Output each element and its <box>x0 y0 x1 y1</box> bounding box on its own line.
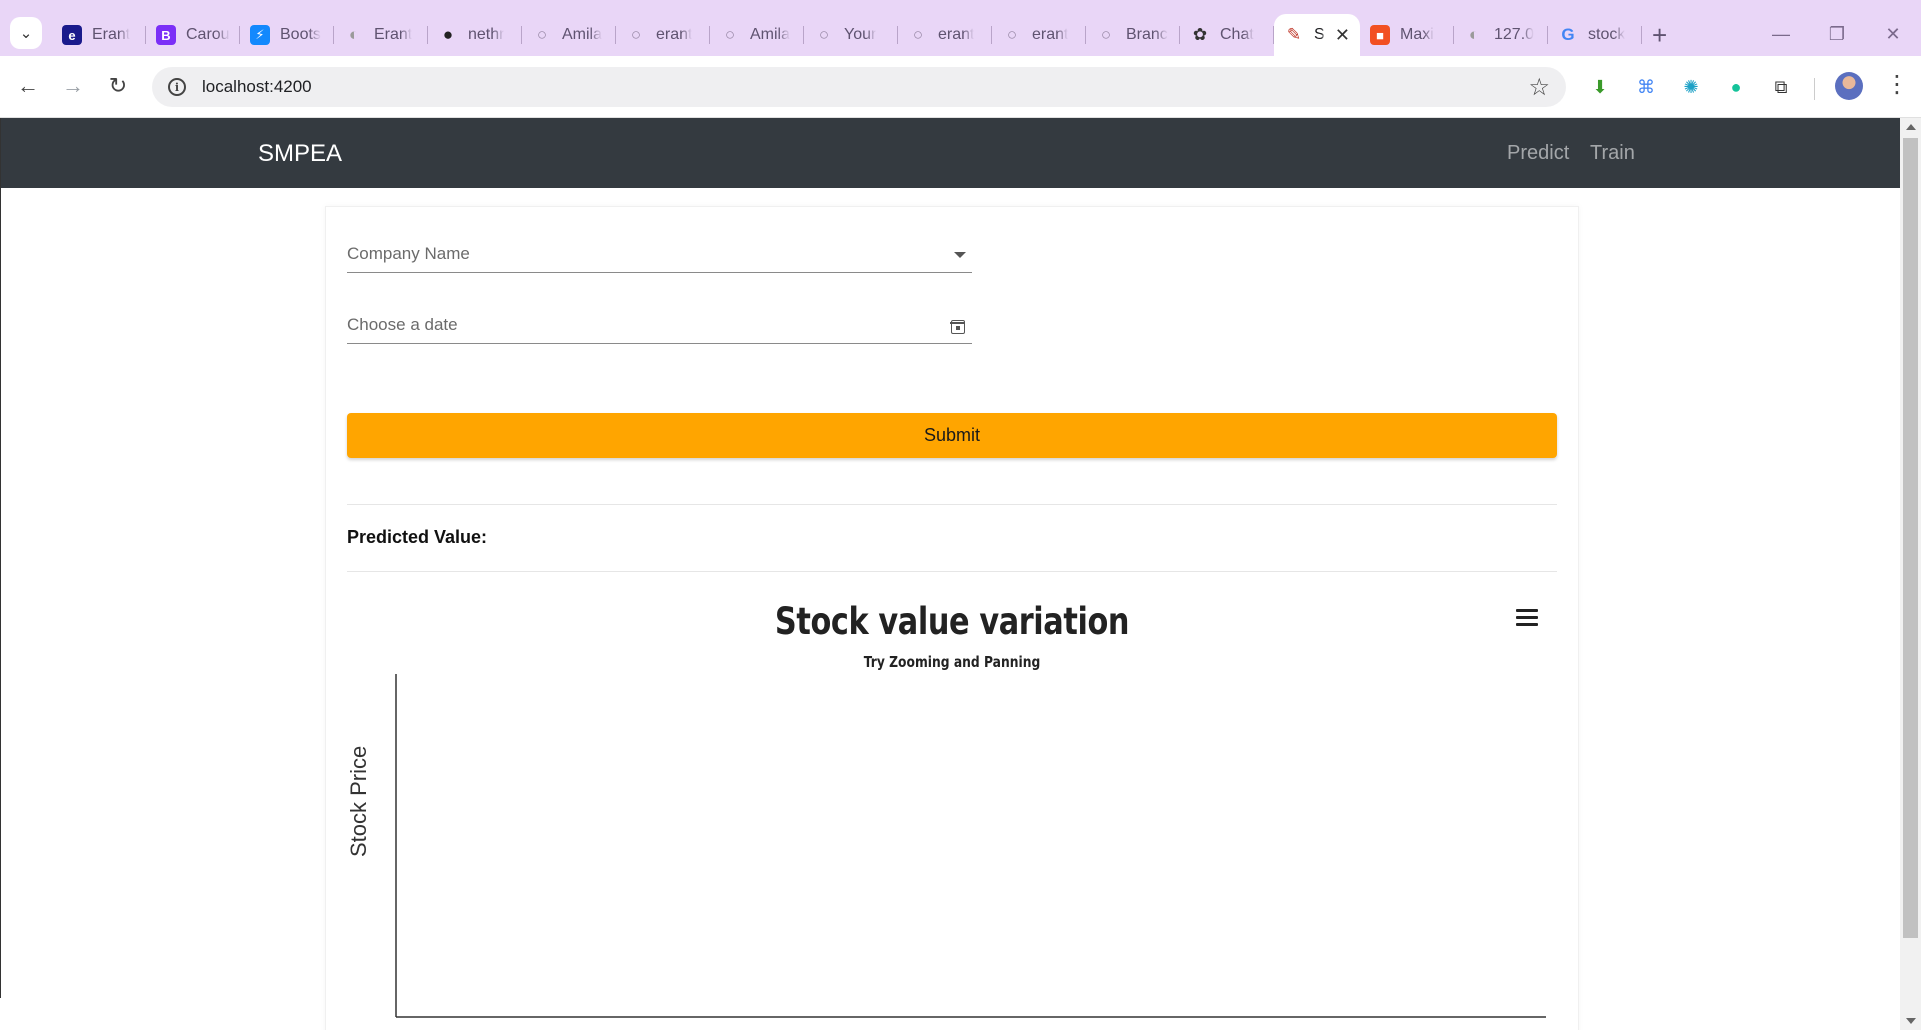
reload-icon: ↻ <box>108 73 128 98</box>
stackblitz-icon: ⚡ <box>250 25 270 45</box>
scrollbar-thumb[interactable] <box>1903 138 1918 938</box>
browser-toolbar: ← → ↻ i localhost:4200 ☆ ⬇ ⌘ ✺ ● ⧉ ⋮ <box>0 56 1921 118</box>
browser-tab[interactable]: Gstock <box>1548 14 1642 56</box>
tab-search-button[interactable]: ⌄ <box>10 17 42 49</box>
profile-avatar[interactable] <box>1835 72 1863 100</box>
github-icon: ○ <box>912 25 924 44</box>
browser-tab[interactable]: ○ Amila <box>710 14 804 56</box>
browser-tab[interactable]: ○ erant <box>898 14 992 56</box>
browser-tab[interactable]: ✎ S ✕ <box>1274 14 1360 56</box>
bookmark-star-icon[interactable]: ☆ <box>1528 73 1550 102</box>
browser-tab[interactable]: ■ Maxi <box>1360 14 1454 56</box>
nav-link-predict[interactable]: Predict <box>1507 142 1569 165</box>
github-icon: ○ <box>724 25 736 44</box>
scroll-down-arrow-icon[interactable] <box>1906 1018 1916 1024</box>
y-axis-label: Stock Price <box>346 745 371 857</box>
bootstrap-icon: B <box>156 25 176 45</box>
tab-title: Maxi <box>1400 26 1434 43</box>
browser-tab[interactable]: ○ erant <box>616 14 710 56</box>
browser-tab[interactable]: B Carou <box>146 14 240 56</box>
browser-tab[interactable]: e Erant <box>52 14 146 56</box>
download-extension-icon[interactable]: ⬇ <box>1587 74 1613 100</box>
back-button[interactable]: ← <box>10 68 46 104</box>
reload-button[interactable]: ↻ <box>100 68 136 104</box>
tab-title: Your <box>844 26 877 43</box>
browser-tab[interactable]: ○ Amila <box>522 14 616 56</box>
github-icon: ○ <box>818 25 830 44</box>
tab-title: 127.0 <box>1494 26 1535 43</box>
window-close-button[interactable]: ✕ <box>1865 14 1921 54</box>
browser-tab[interactable]: ○ erant <box>992 14 1086 56</box>
tab-title: nethr <box>468 26 505 43</box>
brand-logo[interactable]: SMPEA <box>258 140 342 168</box>
browser-tab[interactable]: ○ Your <box>804 14 898 56</box>
tab-title: Amila <box>750 26 791 43</box>
page-viewport: SMPEA Predict Train Company Name Choose … <box>0 118 1921 1030</box>
window-controls: — ❐ ✕ <box>1753 14 1921 54</box>
browser-menu-icon[interactable]: ⋮ <box>1885 70 1909 99</box>
tab-title: Chat <box>1220 26 1254 43</box>
new-tab-button[interactable]: + <box>1652 14 1667 56</box>
translate-extension-icon[interactable]: ⌘ <box>1633 74 1659 100</box>
github-icon: ○ <box>1100 25 1112 44</box>
tab-title: S <box>1314 26 1325 43</box>
tab-close-icon[interactable]: ✕ <box>1335 25 1350 46</box>
browser-tab[interactable]: ✿ Chat <box>1180 14 1274 56</box>
nav-link-train[interactable]: Train <box>1590 142 1635 165</box>
viewport-edge <box>0 118 1 998</box>
tab-title: erant <box>656 26 693 43</box>
google-icon: G <box>1561 25 1575 44</box>
page-scrollbar[interactable] <box>1900 118 1921 1030</box>
tab-title: Branc <box>1126 26 1168 43</box>
url-text[interactable]: localhost:4200 <box>202 77 312 97</box>
browser-tab[interactable]: ● nethr <box>428 14 522 56</box>
github-icon: ○ <box>630 25 642 44</box>
github-icon: ○ <box>1006 25 1018 44</box>
tab-title: stock <box>1588 26 1626 43</box>
tab-title: Erant <box>374 26 413 43</box>
grammarly-extension-icon[interactable]: ● <box>1723 74 1749 100</box>
github-icon: ○ <box>536 25 548 44</box>
tab-title: Boots <box>280 26 321 43</box>
tab-strip: ⌄ e Erant B Carou ⚡ Boots ◐ Erant ● nethr ○ Amila ○ e… <box>0 0 1921 56</box>
browser-tab[interactable]: ◐ Erant <box>334 14 428 56</box>
tab-title: Amila <box>562 26 603 43</box>
browser-tab[interactable]: ⚡ Boots <box>240 14 334 56</box>
arrow-left-icon: ← <box>17 73 39 98</box>
eyeo-icon: e <box>62 25 82 45</box>
tab-list: e Erant B Carou ⚡ Boots ◐ Erant ● nethr ○ Amila ○ era… <box>52 14 1642 56</box>
tab-title: erant <box>1032 26 1069 43</box>
github-icon: ● <box>442 25 454 44</box>
app-navbar: SMPEA Predict Train <box>1 118 1900 188</box>
address-bar[interactable]: i localhost:4200 ☆ <box>152 67 1566 107</box>
restore-button[interactable]: ❐ <box>1809 14 1865 54</box>
forward-button[interactable]: → <box>55 68 91 104</box>
arrow-right-icon: → <box>62 73 84 98</box>
browser-tab[interactable]: ○ Branc <box>1086 14 1180 56</box>
microsoft-icon: ■ <box>1370 25 1390 45</box>
toolbar-divider <box>1814 78 1815 100</box>
extensions-puzzle-icon[interactable]: ⧉ <box>1768 74 1794 100</box>
prediction-card: Company Name Choose a date Submit Predic… <box>325 206 1579 1030</box>
angular-icon: ✎ <box>1286 25 1302 44</box>
tab-title: Carou <box>186 26 230 43</box>
minimize-button[interactable]: — <box>1753 14 1809 54</box>
site-info-icon[interactable]: i <box>168 78 186 96</box>
tab-title: erant <box>938 26 975 43</box>
scroll-up-arrow-icon[interactable] <box>1906 124 1916 130</box>
globe-icon: ◐ <box>348 25 360 44</box>
chart-plot-area[interactable] <box>326 207 1578 1030</box>
tab-title: Erant <box>92 26 131 43</box>
globe-icon: ◐ <box>1468 25 1480 44</box>
browser-tab[interactable]: ◐ 127.0 <box>1454 14 1548 56</box>
openai-icon: ✿ <box>1192 25 1208 44</box>
ai-extension-icon[interactable]: ✺ <box>1678 74 1704 100</box>
chevron-down-icon: ⌄ <box>19 25 33 42</box>
